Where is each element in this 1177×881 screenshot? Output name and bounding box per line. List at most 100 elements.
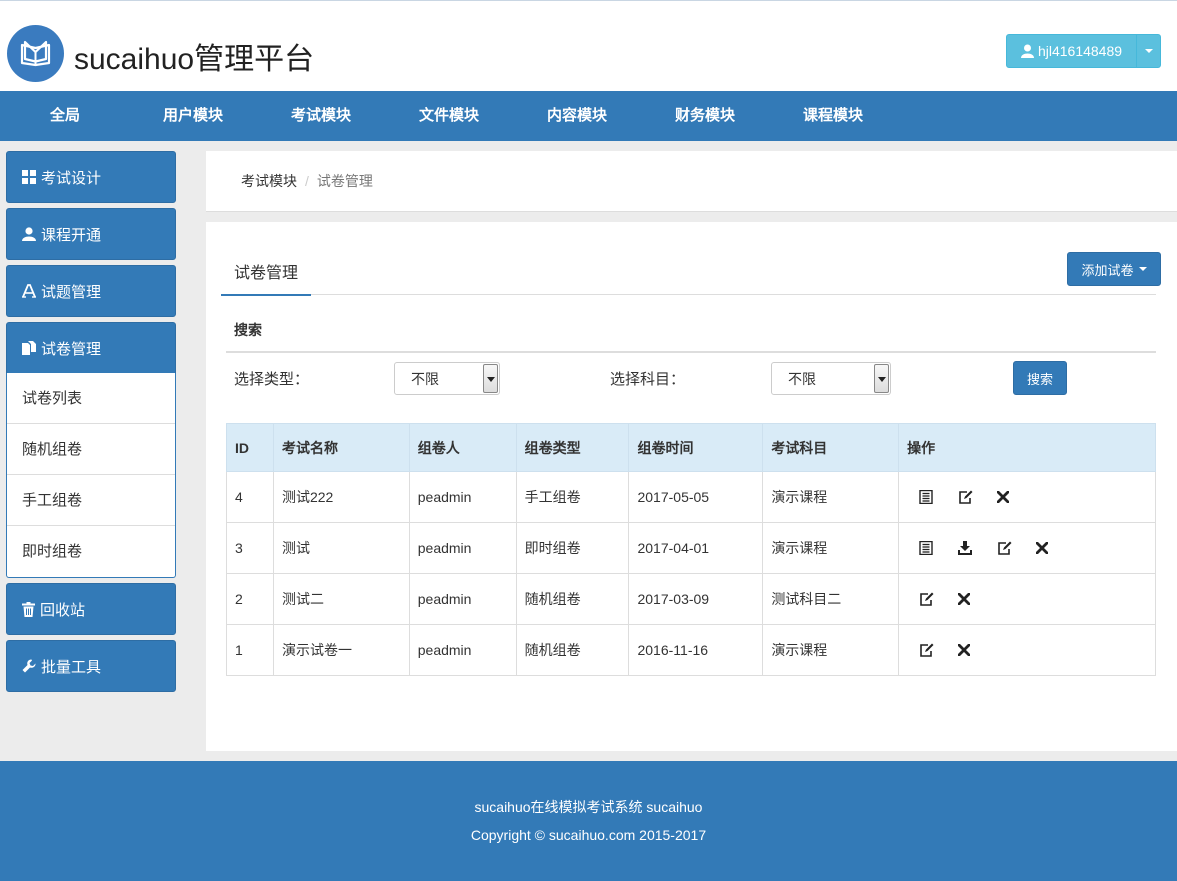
cell-name: 演示试卷一	[272, 624, 410, 676]
sidebar-item-paper-manage[interactable]: 试卷管理	[6, 322, 176, 374]
submenu-item-manual[interactable]: 手工组卷	[7, 475, 175, 526]
cell-id: 4	[226, 471, 274, 523]
file-icon	[22, 341, 36, 355]
filter-type-select[interactable]: 不限	[394, 362, 500, 395]
footer-system-name: sucaihuo在线模拟考试系统 sucaihuo	[474, 799, 703, 815]
user-icon	[1020, 44, 1034, 58]
submenu-item-paper-list[interactable]: 试卷列表	[7, 373, 175, 424]
cell-name: 测试	[272, 522, 410, 574]
download-icon[interactable]	[958, 538, 997, 558]
nav-item-file[interactable]: 文件模块	[385, 91, 513, 141]
sidebar-item-label: 课程开通	[41, 226, 102, 244]
cell-date: 2017-05-05	[628, 471, 764, 523]
text-icon	[22, 284, 36, 298]
nav-item-exam[interactable]: 考试模块	[257, 91, 385, 141]
table-row: 4 测试222 peadmin 手工组卷 2017-05-05 演示课程	[226, 471, 1156, 523]
search-section-title: 搜索	[234, 322, 262, 338]
row-actions	[907, 538, 1155, 558]
breadcrumb-current: 试卷管理	[316, 173, 373, 189]
cell-type: 手工组卷	[515, 471, 630, 523]
filter-subject-select[interactable]: 不限	[771, 362, 891, 395]
row-actions	[907, 640, 1155, 660]
nav-item-content[interactable]: 内容模块	[513, 91, 641, 141]
cell-subject: 演示课程	[762, 471, 900, 523]
col-header-id: ID	[226, 423, 274, 472]
col-header-date: 组卷时间	[628, 423, 764, 472]
sidebar-item-course-open[interactable]: 课程开通	[6, 208, 176, 260]
cell-creator: peadmin	[408, 471, 517, 523]
table-header-row: ID 考试名称 组卷人 组卷类型 组卷时间 考试科目 操作	[226, 423, 1156, 472]
delete-icon[interactable]	[958, 640, 997, 660]
filter-type-label: 选择类型：	[234, 371, 310, 388]
cell-date: 2017-03-09	[628, 573, 764, 625]
cell-subject: 演示课程	[762, 624, 900, 676]
nav-item-global[interactable]: 全局	[1, 91, 129, 141]
book-logo-icon	[20, 40, 51, 67]
list-icon[interactable]	[919, 487, 958, 507]
col-header-ops: 操作	[898, 423, 1156, 472]
sidebar-submenu: 试卷列表 随机组卷 手工组卷 即时组卷	[6, 373, 176, 578]
sidebar-item-batch-tools[interactable]: 批量工具	[6, 640, 176, 692]
delete-icon[interactable]	[997, 487, 1036, 507]
cell-name: 测试二	[272, 573, 410, 625]
cell-subject: 测试科目二	[762, 573, 900, 625]
delete-icon[interactable]	[958, 589, 997, 609]
cell-creator: peadmin	[408, 624, 517, 676]
sidebar-item-label: 试题管理	[41, 283, 102, 301]
list-icon[interactable]	[919, 538, 958, 558]
cell-creator: peadmin	[408, 522, 517, 574]
breadcrumb-parent[interactable]: 考试模块	[241, 171, 297, 191]
edit-icon[interactable]	[997, 538, 1036, 558]
table-row: 1 演示试卷一 peadmin 随机组卷 2016-11-16 演示课程	[226, 624, 1156, 676]
nav-item-course[interactable]: 课程模块	[769, 91, 897, 141]
submenu-item-random[interactable]: 随机组卷	[7, 424, 175, 475]
submenu-item-instant[interactable]: 即时组卷	[7, 526, 175, 577]
username: hjl416148489	[1037, 43, 1123, 59]
col-header-type: 组卷类型	[515, 423, 630, 472]
row-actions	[907, 487, 1155, 507]
grid-icon	[22, 170, 36, 184]
sidebar-item-question-manage[interactable]: 试题管理	[6, 265, 176, 317]
caret-down-icon	[1138, 267, 1147, 271]
tab-bar: 试卷管理 添加试卷	[221, 222, 1161, 296]
breadcrumb-separator: /	[305, 173, 309, 189]
user-icon	[22, 227, 36, 241]
edit-icon[interactable]	[919, 640, 958, 660]
add-paper-label: 添加试卷	[1081, 262, 1134, 278]
sidebar-item-label: 回收站	[40, 601, 86, 619]
cell-subject: 演示课程	[762, 522, 900, 574]
edit-icon[interactable]	[958, 487, 997, 507]
table-row: 2 测试二 peadmin 随机组卷 2017-03-09 测试科目二	[226, 573, 1156, 625]
logo[interactable]	[7, 25, 64, 82]
cell-type: 随机组卷	[515, 573, 630, 625]
trash-icon	[22, 601, 35, 617]
cell-date: 2016-11-16	[628, 624, 764, 676]
search-button[interactable]: 搜索	[1013, 361, 1067, 395]
cell-type: 即时组卷	[515, 522, 630, 574]
col-header-subject: 考试科目	[762, 423, 900, 472]
filter-type-value: 不限	[411, 371, 439, 387]
delete-icon[interactable]	[1036, 538, 1075, 558]
sidebar-item-recycle[interactable]: 回收站	[6, 583, 176, 635]
user-dropdown-toggle[interactable]	[1137, 35, 1160, 67]
tab-paper-manage[interactable]: 试卷管理	[221, 251, 311, 296]
edit-icon[interactable]	[919, 589, 958, 609]
user-button[interactable]: hjl416148489	[1007, 35, 1137, 67]
user-menu-button[interactable]: hjl416148489	[1006, 34, 1161, 68]
cell-ops	[898, 624, 1156, 676]
cell-date: 2017-04-01	[628, 522, 764, 574]
breadcrumb: 考试模块 / 试卷管理	[206, 151, 1177, 212]
divider	[226, 351, 1156, 353]
add-paper-button[interactable]: 添加试卷	[1067, 252, 1161, 286]
nav-item-finance[interactable]: 财务模块	[641, 91, 769, 141]
table-row: 3 测试 peadmin 即时组卷 2017-04-01 演示课程	[226, 522, 1156, 574]
filter-subject-value: 不限	[788, 371, 816, 387]
cell-ops	[898, 471, 1156, 523]
nav-item-user[interactable]: 用户模块	[129, 91, 257, 141]
select-arrow-icon	[483, 364, 498, 393]
cell-id: 3	[226, 522, 274, 574]
sidebar-item-exam-design[interactable]: 考试设计	[6, 151, 176, 203]
col-header-creator: 组卷人	[408, 423, 517, 472]
cell-creator: peadmin	[408, 573, 517, 625]
sidebar-item-label: 试卷管理	[41, 340, 102, 358]
